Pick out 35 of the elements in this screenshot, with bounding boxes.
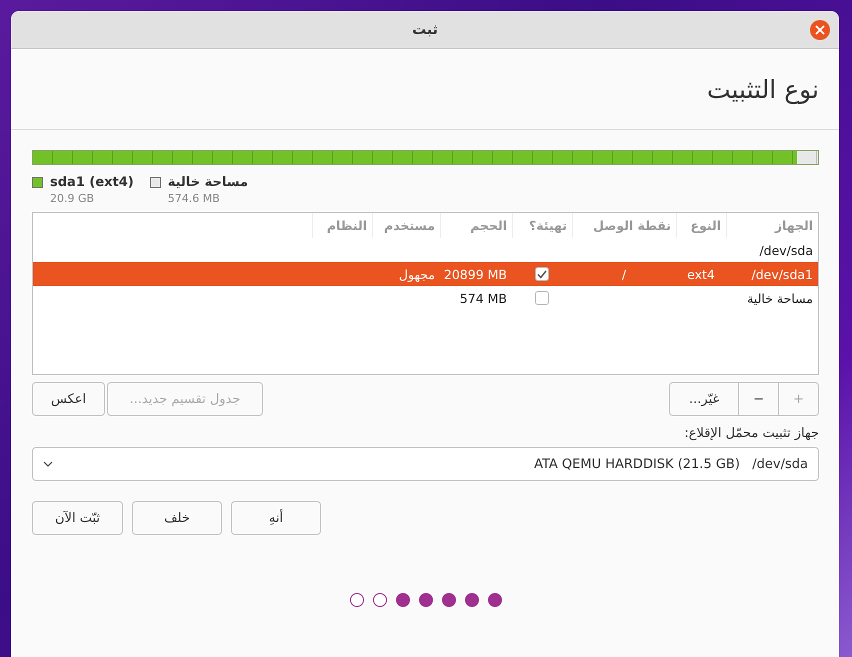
revert-button[interactable]: اعكس (32, 382, 105, 416)
column-header[interactable]: نقطة الوصل (572, 213, 676, 238)
install-now-button[interactable]: ثبّت الآن (32, 501, 123, 535)
column-header[interactable]: الحجم (440, 213, 512, 238)
legend-size: 20.9 GB (50, 192, 96, 205)
device-cell: مساحة خالية (747, 290, 813, 306)
device-cell: /dev/sda1 (751, 266, 813, 282)
column-header[interactable]: النوع (676, 213, 726, 238)
close-icon (815, 25, 825, 35)
legend-size: 574.6 MB (168, 192, 221, 205)
type-cell: ext4 (687, 266, 715, 282)
format-checkbox[interactable] (535, 267, 549, 281)
size-cell: 574 MB (460, 290, 507, 306)
legend-name: مساحة خالية (168, 175, 248, 190)
bootloader-dropdown[interactable]: ATA QEMU HARDDISK (21.5 GB) /dev/sda (32, 447, 819, 481)
mount-cell: / (622, 266, 626, 282)
change-button[interactable]: غيّر... (669, 382, 740, 416)
device-cell: /dev/sda (759, 242, 813, 258)
column-header[interactable]: النظام (312, 213, 372, 238)
column-header[interactable]: مستخدم (372, 213, 440, 238)
table-row[interactable]: /dev/sda (33, 238, 818, 262)
used-cell: مجهول (398, 266, 435, 282)
window-title: ثبت (412, 22, 438, 38)
legend-name: sda1 (ext4) (50, 175, 134, 190)
back-button[interactable]: خلف (132, 501, 222, 535)
format-checkbox[interactable] (535, 291, 549, 305)
page-heading: نوع التثبيت (706, 74, 819, 104)
chevron-down-icon (43, 461, 53, 467)
size-cell: 20899 MB (444, 266, 507, 282)
close-button[interactable] (810, 20, 830, 40)
bootloader-label: جهاز تثبيت محمّل الإقلاع: (684, 426, 819, 441)
column-header[interactable]: تهيئة؟ (512, 213, 572, 238)
quit-button[interactable]: أنهِ (231, 501, 321, 535)
remove-button[interactable]: − (739, 382, 780, 416)
column-header[interactable]: الجهاز (726, 213, 818, 238)
